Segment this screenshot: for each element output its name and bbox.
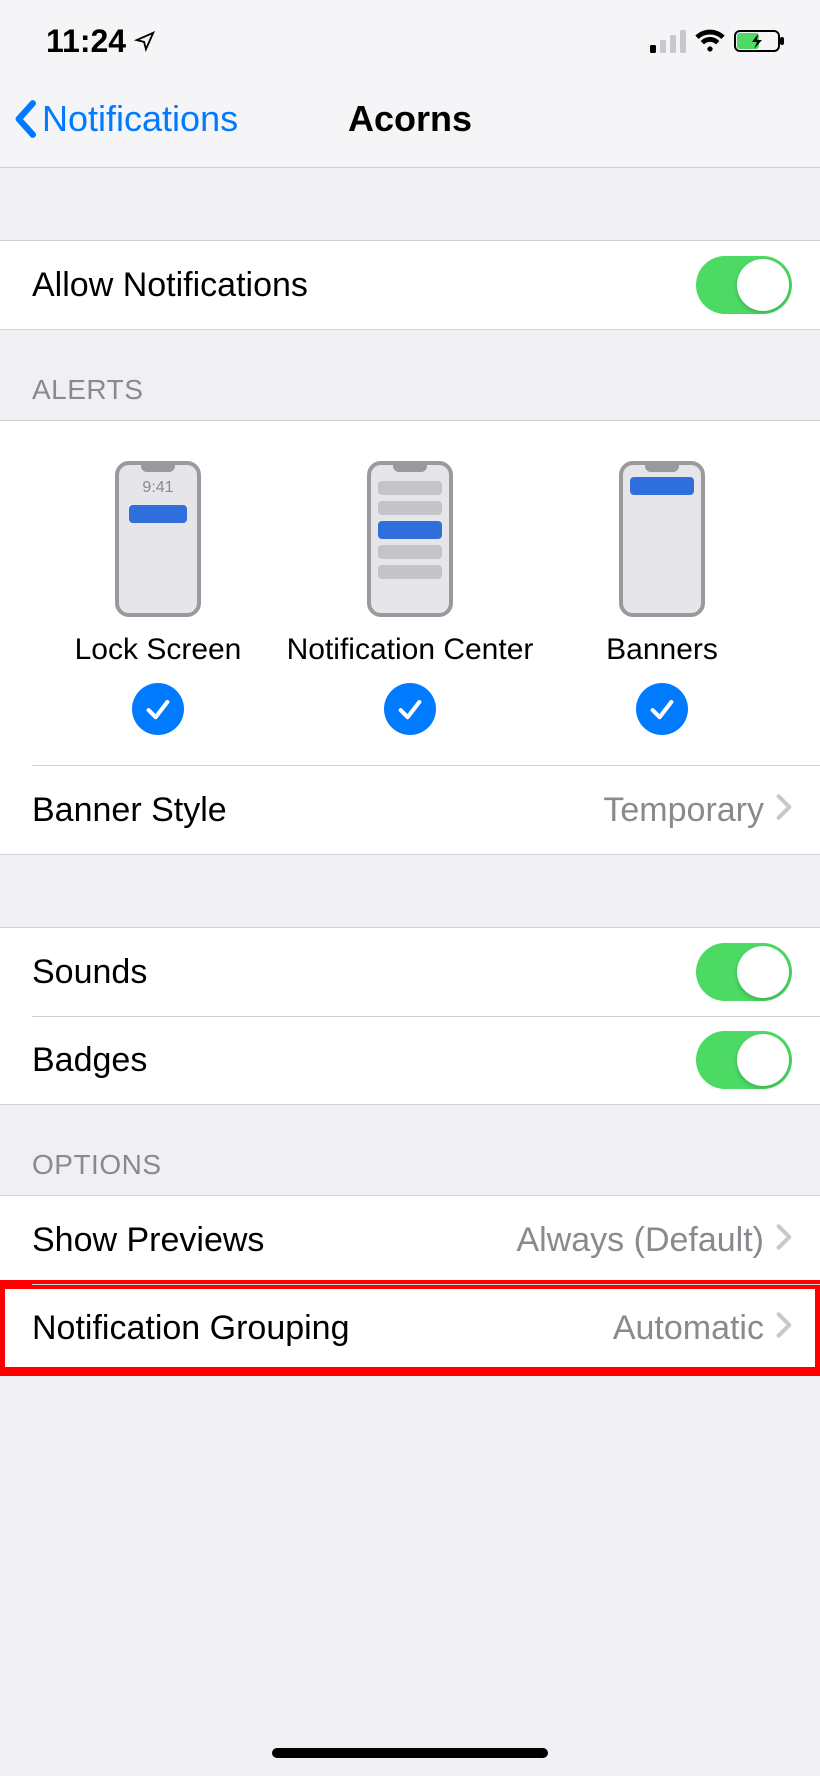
show-previews-row[interactable]: Show Previews Always (Default) [0,1196,820,1284]
check-icon [132,683,184,735]
phone-banners-icon [619,461,705,617]
section-spacer [0,168,820,240]
status-right [650,29,786,53]
section-header-alerts: ALERTS [0,330,820,420]
alerts-group: 9:41 Lock Screen No [0,420,820,855]
banner-style-value: Temporary [603,791,764,830]
banner-style-label: Banner Style [32,791,227,830]
badges-row[interactable]: Badges [0,1016,820,1104]
back-label: Notifications [42,98,238,140]
sounds-row[interactable]: Sounds [0,928,820,1016]
show-previews-value: Always (Default) [516,1221,764,1260]
notification-grouping-value: Automatic [613,1309,764,1348]
battery-charging-icon [734,29,786,53]
allow-notifications-label: Allow Notifications [32,266,308,305]
location-icon [134,30,156,52]
options-group: Show Previews Always (Default) Notificat… [0,1195,820,1373]
status-time: 11:24 [46,23,126,60]
allow-notifications-row[interactable]: Allow Notifications [0,241,820,329]
back-button[interactable]: Notifications [0,97,238,141]
home-indicator[interactable] [272,1748,548,1758]
notification-grouping-label: Notification Grouping [32,1309,350,1348]
alert-type-banners-label: Banners [606,633,718,667]
cellular-signal-icon [650,29,686,53]
nav-header: Notifications Acorns [0,70,820,168]
lock-time: 9:41 [119,479,197,497]
sounds-badges-group: Sounds Badges [0,927,820,1105]
check-icon [384,683,436,735]
sounds-toggle[interactable] [696,943,792,1001]
allow-notifications-toggle[interactable] [696,256,792,314]
notification-grouping-row[interactable]: Notification Grouping Automatic [0,1284,820,1372]
sounds-label: Sounds [32,953,147,992]
banner-style-row[interactable]: Banner Style Temporary [0,766,820,854]
allow-notifications-group: Allow Notifications [0,240,820,330]
alert-type-notification-center[interactable]: Notification Center [284,461,536,735]
alert-type-lock-screen-label: Lock Screen [75,633,242,667]
wifi-icon [694,29,726,53]
chevron-right-icon [776,1221,792,1260]
badges-toggle[interactable] [696,1031,792,1089]
badges-label: Badges [32,1041,147,1080]
show-previews-label: Show Previews [32,1221,264,1260]
chevron-left-icon [14,97,38,141]
section-header-options: OPTIONS [0,1105,820,1195]
alert-type-notification-center-label: Notification Center [287,633,534,667]
alert-types-row: 9:41 Lock Screen No [0,421,820,765]
status-left: 11:24 [46,23,156,60]
phone-notification-center-icon [367,461,453,617]
chevron-right-icon [776,1309,792,1348]
alert-type-lock-screen[interactable]: 9:41 Lock Screen [32,461,284,735]
check-icon [636,683,688,735]
alert-type-banners[interactable]: Banners [536,461,788,735]
section-spacer [0,855,820,927]
status-bar: 11:24 [0,0,820,70]
chevron-right-icon [776,791,792,830]
phone-lock-screen-icon: 9:41 [115,461,201,617]
